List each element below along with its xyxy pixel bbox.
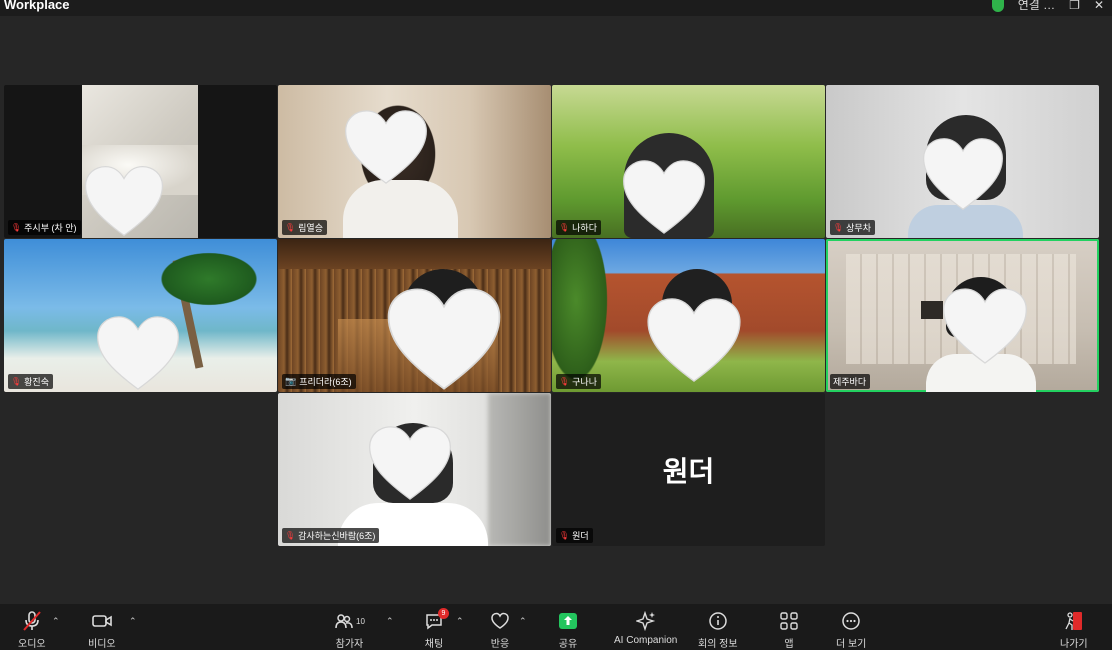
participant-name-tag: 🎙 원더: [556, 528, 593, 543]
window-controls: 연결 … ❐ ✕: [991, 0, 1104, 13]
participant-name-tag: 🎙 감사하는신바람(6조): [282, 528, 380, 543]
heart-icon: [96, 315, 180, 391]
share-screen-icon: [559, 613, 577, 629]
mic-muted-icon: 🎙: [285, 223, 296, 232]
mic-muted-icon: 🎙: [559, 531, 570, 540]
apps-icon: [780, 612, 798, 630]
heart-icon: [922, 137, 1004, 211]
leave-button[interactable]: 나가기: [1060, 610, 1088, 650]
participant-tile[interactable]: 🎙 황진숙: [4, 239, 277, 392]
participant-tile-active-speaker[interactable]: 제주바다: [826, 239, 1099, 392]
heart-outline-icon: [491, 612, 509, 629]
participant-display-name: 원더: [662, 455, 715, 487]
participant-name-tag: 🎙 황진숙: [8, 374, 53, 389]
more-button[interactable]: 더 보기: [836, 610, 866, 650]
sparkle-icon: [635, 611, 655, 631]
heart-icon: [622, 159, 706, 235]
mic-muted-icon: [23, 611, 41, 631]
meeting-info-button[interactable]: 회의 정보: [698, 610, 738, 650]
title-bar: Workplace 연결 … ❐ ✕: [0, 0, 1112, 16]
ai-companion-button[interactable]: AI Companion: [614, 610, 677, 646]
connection-status: 연결 …: [1017, 0, 1056, 12]
apps-button[interactable]: 앱: [779, 610, 799, 650]
heart-icon: [344, 109, 428, 185]
mic-muted-icon: 🎙: [559, 377, 570, 386]
chat-unread-badge: 9: [438, 608, 449, 619]
participant-tile[interactable]: 🎙 구나나: [552, 239, 825, 392]
participant-tile[interactable]: 🎙 림열승: [278, 85, 551, 238]
more-icon: [842, 612, 860, 630]
participants-count: 10: [356, 616, 365, 626]
shield-icon: [991, 0, 1004, 12]
participant-tile[interactable]: 🎙 감사하는신바람(6조): [278, 393, 551, 546]
participants-icon: [335, 614, 353, 629]
leave-door-icon: [1065, 612, 1082, 630]
mic-muted-icon: 🎙: [559, 223, 570, 232]
participant-name-tag: 📷 프리더라(6조): [282, 374, 356, 389]
reactions-options-caret[interactable]: ⌃: [519, 616, 527, 627]
info-icon: [709, 612, 727, 630]
reactions-button[interactable]: 반응: [490, 610, 510, 650]
restore-window-icon[interactable]: ❐: [1069, 0, 1080, 12]
participant-name-tag: 🎙 림열승: [282, 220, 327, 235]
heart-icon: [386, 287, 502, 391]
heart-icon: [368, 425, 452, 501]
participant-name-tag: 🎙 주시부 (차 안): [8, 220, 81, 235]
mic-muted-icon: 🎙: [11, 377, 22, 386]
video-camera-icon: [91, 615, 112, 627]
participant-name-tag: 제주바다: [830, 374, 871, 389]
heart-icon: [646, 297, 742, 383]
video-button[interactable]: 비디오: [88, 610, 116, 650]
mic-muted-icon: 🎙: [833, 223, 844, 232]
participants-options-caret[interactable]: ⌃: [386, 616, 394, 627]
share-button[interactable]: 공유: [558, 610, 578, 650]
camera-icon: 📷: [285, 376, 297, 386]
chat-options-caret[interactable]: ⌃: [456, 616, 464, 627]
participant-tile[interactable]: 🎙 나하다: [552, 85, 825, 238]
video-options-caret[interactable]: ⌃: [129, 616, 137, 627]
video-gallery: 🎙 주시부 (차 안) 🎙 림열승 🎙 나하다 🎙 상무차 🎙 황진숙 📷 프리더라(6조): [0, 16, 1112, 604]
heart-icon: [84, 165, 164, 237]
heart-icon: [942, 287, 1028, 365]
meeting-toolbar: 오디오 ⌃ 비디오 ⌃ 10 참가자 ⌃ 채팅 9 ⌃ 반응 ⌃ 공유 AI C…: [0, 604, 1112, 650]
participant-tile[interactable]: 🎙 상무차: [826, 85, 1099, 238]
close-window-icon[interactable]: ✕: [1094, 0, 1104, 12]
participant-name-tag: 🎙 구나나: [556, 374, 601, 389]
mic-muted-icon: 🎙: [11, 223, 22, 232]
participant-name-tag: 🎙 상무차: [830, 220, 875, 235]
audio-options-caret[interactable]: ⌃: [52, 616, 60, 627]
audio-button[interactable]: 오디오: [18, 610, 46, 650]
participant-tile[interactable]: 🎙 주시부 (차 안): [4, 85, 277, 238]
participant-tile[interactable]: 📷 프리더라(6조): [278, 239, 551, 392]
mic-muted-icon: 🎙: [285, 531, 296, 540]
app-title: Workplace: [4, 0, 70, 12]
participant-tile-video-off[interactable]: 원더 🎙 원더: [552, 393, 825, 546]
participant-name-tag: 🎙 나하다: [556, 220, 601, 235]
participants-button[interactable]: 10 참가자: [334, 610, 365, 650]
